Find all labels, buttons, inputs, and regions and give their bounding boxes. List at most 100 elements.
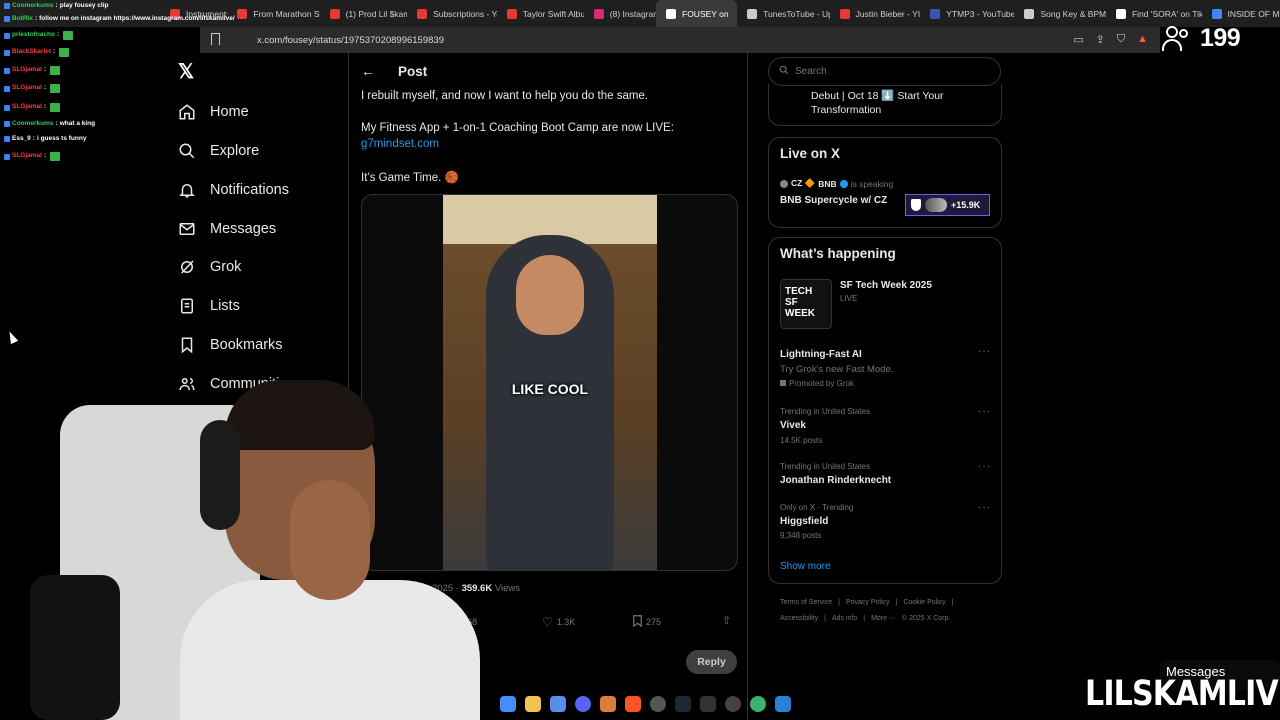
browser-tab[interactable]: Taylor Swift Album xyxy=(497,0,584,27)
bookmark-button[interactable]: 275 xyxy=(633,615,661,629)
chat-username[interactable]: SLGjamal xyxy=(12,85,42,92)
tab-label: TunesToTube - Uplo xyxy=(763,8,830,19)
streamer-hair xyxy=(225,380,375,450)
discord-icon[interactable] xyxy=(575,696,591,712)
address-bar-icons: ▭ ⇪ ⛉ ▲ xyxy=(1073,33,1148,46)
footer-link[interactable]: Privacy Policy xyxy=(846,599,890,606)
folder-icon[interactable] xyxy=(525,696,541,712)
chat-username[interactable]: BlackSkarlet xyxy=(12,49,51,56)
chat-username[interactable]: SLGjamal xyxy=(12,153,42,160)
chat-username[interactable]: Coomerkums xyxy=(12,2,54,10)
x-logo-icon[interactable]: 𝕏 xyxy=(178,62,198,82)
browser-tab[interactable]: Song Key & BPM Fi xyxy=(1014,0,1106,27)
brave-icon[interactable] xyxy=(625,696,641,712)
search-icon xyxy=(178,142,196,160)
browser-tab[interactable]: Justin Bieber - YUK xyxy=(830,0,920,27)
trend-name[interactable]: Vivek xyxy=(780,420,806,431)
mouse-cursor-icon xyxy=(5,329,19,345)
taskbar-app-icon[interactable] xyxy=(500,696,516,712)
app-icon[interactable] xyxy=(700,696,716,712)
chat-username[interactable]: Ess_9 xyxy=(12,135,31,143)
nav-item-bookmarks[interactable]: Bookmarks xyxy=(178,327,283,363)
tab-favicon-icon xyxy=(839,8,850,19)
browser-tab[interactable]: INSIDE OF MO xyxy=(1202,0,1280,27)
more-options-icon[interactable]: ··· xyxy=(978,502,991,513)
footer-sep: | xyxy=(951,599,954,606)
chat-username[interactable]: priestofnacho xyxy=(12,32,55,39)
live-space-name[interactable]: BNB Supercycle w/ CZ xyxy=(780,195,887,206)
reply-button[interactable]: Reply xyxy=(686,650,737,674)
live-hosts[interactable]: CZ 🔶 BNB is speaking xyxy=(780,178,893,189)
chat-emote-icon xyxy=(50,66,61,75)
store-icon[interactable] xyxy=(550,696,566,712)
heart-icon: ♡ xyxy=(542,615,553,629)
headphones-icon xyxy=(200,420,240,530)
url-text[interactable]: x.com/fousey/status/1975370208996159839 xyxy=(257,35,444,46)
chat-badge-icon xyxy=(4,16,10,23)
show-more-link[interactable]: Show more xyxy=(780,561,831,572)
app-icon[interactable] xyxy=(750,696,766,712)
post-text-line1: I rebuilt myself, and now I want to help… xyxy=(361,90,649,102)
share-icon[interactable]: ⇪ xyxy=(1096,33,1105,46)
browser-tab[interactable]: (8) Instagram xyxy=(584,0,656,27)
browser-tab[interactable]: Instruments xyxy=(160,0,227,27)
nav-item-lists[interactable]: Lists xyxy=(178,288,240,324)
tab-label: Find 'SORA' on TikTo xyxy=(1131,8,1202,19)
post-text-line3: It’s Game Time. 🏀 xyxy=(361,172,459,184)
chat-message: Ess_9: i guess ts funny xyxy=(4,135,86,143)
more-options-icon[interactable]: ··· xyxy=(978,406,991,417)
like-button[interactable]: ♡ 1.3K xyxy=(542,615,575,629)
nav-item-messages[interactable]: Messages xyxy=(178,211,276,247)
back-arrow-icon[interactable]: ← xyxy=(361,63,375,79)
trend-name[interactable]: Lightning-Fast AI xyxy=(780,349,862,360)
listener-badge[interactable]: +15.9K xyxy=(905,194,990,216)
footer-link[interactable]: Ads info xyxy=(832,615,857,622)
promo-text[interactable]: Debut | Oct 18 ⬇️ Start Your Transformat… xyxy=(811,90,991,117)
app-icon[interactable] xyxy=(725,696,741,712)
install-icon[interactable]: ▭ xyxy=(1073,33,1083,46)
nav-label-home: Home xyxy=(210,104,249,120)
streamer xyxy=(180,380,480,720)
browser-tab[interactable]: TunesToTube - Uplo xyxy=(737,0,830,27)
steam-icon[interactable] xyxy=(675,696,691,712)
chat-badge-icon xyxy=(4,104,10,111)
chat-separator: : xyxy=(56,31,60,39)
browser-tab[interactable]: Subscriptions - You xyxy=(407,0,497,27)
shield-icon[interactable]: ⛉ xyxy=(1117,33,1125,46)
rewards-icon[interactable]: ▲ xyxy=(1137,33,1148,46)
chat-username[interactable]: SLGjamal xyxy=(12,104,42,111)
trend-name[interactable]: Jonathan Rinderknecht xyxy=(780,475,891,486)
chat-username[interactable]: SLGjamal xyxy=(12,67,42,74)
browser-tab[interactable]: FOUSEY on× xyxy=(656,0,738,27)
footer-link[interactable]: Cookie Policy xyxy=(903,599,945,606)
more-options-icon[interactable]: ··· xyxy=(978,346,991,357)
app-icon[interactable] xyxy=(775,696,791,712)
footer-link[interactable]: Terms of Service xyxy=(780,599,832,606)
nav-item-grok[interactable]: Grok xyxy=(178,249,241,285)
browser-tab[interactable]: From Marathon Stre xyxy=(227,0,320,27)
browser-tab[interactable]: Find 'SORA' on TikTo xyxy=(1106,0,1202,27)
post-link[interactable]: g7mindset.com xyxy=(361,138,439,150)
footer-link[interactable]: More ··· xyxy=(871,615,896,622)
trend-name[interactable]: SF Tech Week 2025 xyxy=(840,280,932,291)
bookmark-page-icon[interactable] xyxy=(211,33,220,45)
trend-sub: 9,348 posts xyxy=(780,531,822,540)
share-button[interactable]: ⇧ xyxy=(722,614,731,627)
nav-item-home[interactable]: Home xyxy=(178,94,249,130)
address-bar[interactable]: x.com/fousey/status/1975370208996159839 … xyxy=(200,27,1160,53)
browser-tab[interactable]: YTMP3 - YouTube to xyxy=(920,0,1014,27)
viewers-icon xyxy=(1162,25,1192,52)
tab-label: INSIDE OF MO xyxy=(1227,8,1280,19)
trend-name[interactable]: Higgsfield xyxy=(780,516,828,527)
nav-item-notifications[interactable]: Notifications xyxy=(178,172,289,208)
chat-username[interactable]: BotRix xyxy=(12,15,33,23)
search-input[interactable]: Search xyxy=(768,57,1001,86)
footer-link[interactable]: Accessibility xyxy=(780,615,818,622)
trend-thumbnail[interactable]: TECH SF WEEK xyxy=(780,279,832,329)
app-icon[interactable] xyxy=(600,696,616,712)
nav-item-explore[interactable]: Explore xyxy=(178,133,259,169)
more-options-icon[interactable]: ··· xyxy=(978,461,991,472)
browser-tab[interactable]: (1) Prod Lil $kam - xyxy=(320,0,407,27)
chat-username[interactable]: Coomerkums xyxy=(12,120,54,128)
obs-icon[interactable] xyxy=(650,696,666,712)
